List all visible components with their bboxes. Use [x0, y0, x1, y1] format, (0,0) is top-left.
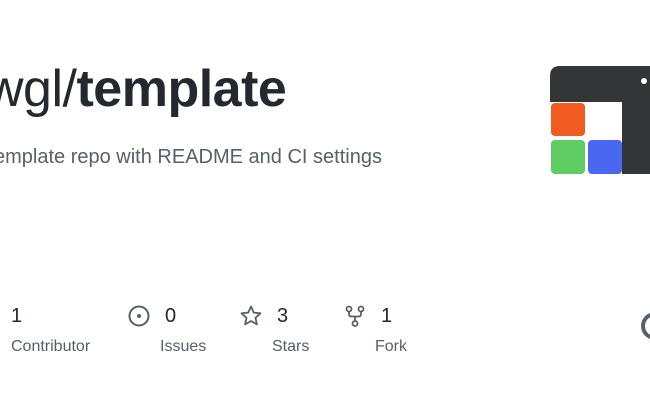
- fork-icon: [345, 305, 365, 327]
- stat-contributors[interactable]: 1 Contributor: [11, 300, 90, 358]
- github-logo-icon: [641, 312, 650, 340]
- forks-label: Fork: [375, 338, 407, 355]
- issues-label: Issues: [160, 338, 207, 355]
- contributors-count: 1: [11, 305, 23, 327]
- contributors-label: Contributor: [11, 338, 91, 355]
- issue-icon: [128, 305, 150, 327]
- stat-issues[interactable]: 0 Issues: [127, 300, 206, 358]
- forks-count: 1: [381, 305, 393, 327]
- repo-name: template: [76, 60, 287, 118]
- repo-stats: 1 Contributor 0 Issues 3 Stars 1 Fork: [0, 300, 650, 360]
- stat-stars[interactable]: 3 Stars: [239, 300, 309, 358]
- stat-forks[interactable]: 1 Fork: [343, 300, 407, 358]
- stars-count: 3: [277, 305, 289, 327]
- issues-count: 0: [165, 305, 177, 327]
- repo-logo-icon: [550, 66, 650, 174]
- repo-description: Template repo with README and CI setting…: [0, 146, 382, 168]
- repo-owner: wgl/: [0, 60, 77, 118]
- star-icon: [240, 305, 262, 326]
- stars-label: Stars: [272, 338, 310, 355]
- repo-title[interactable]: wgl/template: [0, 56, 287, 122]
- repo-social-card: wgl/template Template repo with README a…: [0, 0, 650, 400]
